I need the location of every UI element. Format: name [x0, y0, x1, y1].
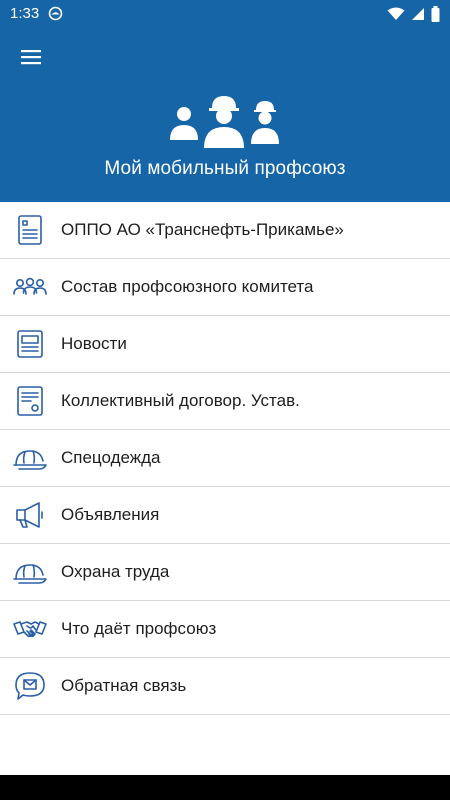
menu-item-label: Новости: [61, 334, 127, 353]
notification-icon: [48, 6, 63, 21]
menu-item-feedback[interactable]: Обратная связь: [0, 658, 450, 715]
menu-item-label: Спецодежда: [61, 448, 161, 467]
menu-item-label: Охрана труда: [61, 562, 170, 581]
hard-hat-icon: [13, 564, 47, 584]
hard-hat-icon: [13, 450, 47, 470]
menu-item-committee[interactable]: Состав профсоюзного комитета: [0, 259, 450, 316]
main-menu-list: ОППО АО «Транснефть-Прикамье» Состав про…: [0, 202, 450, 715]
app-header: 1:33 Мой мобильный профсоюз: [0, 0, 450, 202]
wifi-icon: [387, 7, 405, 20]
hamburger-menu-icon[interactable]: [18, 45, 44, 69]
app-title: Мой мобильный профсоюз: [104, 158, 346, 179]
status-bar: 1:33: [0, 0, 450, 28]
menu-item-label: Состав профсоюзного комитета: [61, 277, 314, 296]
menu-item-label: ОППО АО «Транснефть-Прикамье»: [61, 220, 344, 239]
menu-item-benefits[interactable]: Что даёт профсоюз: [0, 601, 450, 658]
document-icon: [18, 215, 42, 245]
status-time: 1:33: [10, 5, 40, 22]
union-workers-logo: [170, 96, 279, 148]
people-group-icon: [13, 277, 47, 295]
menu-item-agreement[interactable]: Коллективный договор. Устав.: [0, 373, 450, 430]
system-navigation-bar: [0, 775, 450, 800]
megaphone-icon: [16, 502, 43, 528]
menu-item-labor-safety[interactable]: Охрана труда: [0, 544, 450, 601]
menu-item-label: Коллективный договор. Устав.: [61, 391, 300, 410]
signal-icon: [412, 8, 424, 20]
handshake-icon: [13, 621, 47, 638]
newspaper-icon: [17, 330, 43, 358]
menu-item-news[interactable]: Новости: [0, 316, 450, 373]
menu-item-organization[interactable]: ОППО АО «Транснефть-Прикамье»: [0, 202, 450, 259]
menu-item-label: Обратная связь: [61, 676, 187, 695]
contract-icon: [17, 386, 43, 416]
menu-item-label: Объявления: [61, 505, 160, 524]
menu-item-announcements[interactable]: Объявления: [0, 487, 450, 544]
chat-icon: [15, 672, 45, 700]
battery-icon: [431, 6, 440, 22]
menu-item-label: Что даёт профсоюз: [61, 619, 217, 638]
menu-item-workwear[interactable]: Спецодежда: [0, 430, 450, 487]
